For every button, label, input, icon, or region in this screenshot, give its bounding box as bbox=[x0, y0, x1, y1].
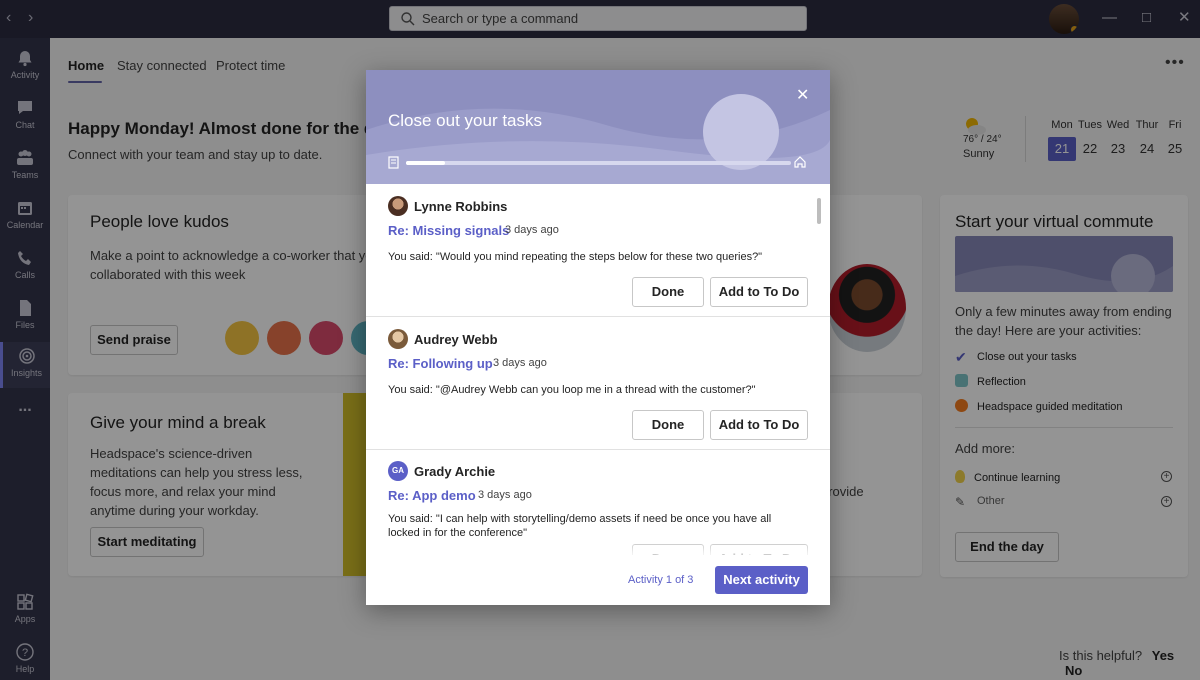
close-icon[interactable]: ✕ bbox=[796, 85, 809, 105]
task-person-name: Grady Archie bbox=[414, 464, 496, 479]
done-button[interactable]: Done bbox=[632, 277, 704, 307]
close-tasks-dialog: Close out your tasks ✕ Lynne Robbins Re:… bbox=[366, 70, 830, 605]
add-to-todo-button[interactable]: Add to To Do bbox=[710, 277, 808, 307]
done-button[interactable]: Done bbox=[632, 544, 704, 555]
task-item: Lynne Robbins Re: Missing signals 3 days… bbox=[366, 184, 830, 317]
task-time: 3 days ago bbox=[478, 489, 532, 501]
progress-fill bbox=[406, 161, 445, 165]
task-time: 3 days ago bbox=[493, 357, 547, 369]
task-subject-link[interactable]: Re: Missing signals bbox=[388, 223, 509, 238]
task-person-name: Lynne Robbins bbox=[414, 199, 508, 214]
avatar bbox=[388, 196, 408, 216]
add-to-todo-button[interactable]: Add to To Do bbox=[710, 410, 808, 440]
task-quote: You said: "@Audrey Webb can you loop me … bbox=[388, 384, 756, 396]
tasks-list-icon bbox=[388, 156, 399, 169]
progress-bar bbox=[406, 161, 791, 165]
task-person-name: Audrey Webb bbox=[414, 332, 498, 347]
home-icon bbox=[794, 156, 806, 168]
avatar bbox=[388, 329, 408, 349]
next-activity-button[interactable]: Next activity bbox=[715, 566, 808, 594]
task-item: Audrey Webb Re: Following up 3 days ago … bbox=[366, 317, 830, 450]
tasks-list[interactable]: Lynne Robbins Re: Missing signals 3 days… bbox=[366, 184, 830, 555]
task-item: GA Grady Archie Re: App demo 3 days ago … bbox=[366, 449, 830, 555]
avatar: GA bbox=[388, 461, 408, 481]
dialog-header: Close out your tasks ✕ bbox=[366, 70, 830, 184]
task-subject-link[interactable]: Re: App demo bbox=[388, 488, 476, 503]
task-time: 3 days ago bbox=[505, 224, 559, 236]
task-quote: You said: "Would you mind repeating the … bbox=[388, 251, 763, 263]
task-subject-link[interactable]: Re: Following up bbox=[388, 356, 493, 371]
activity-counter: Activity 1 of 3 bbox=[628, 574, 694, 586]
add-to-todo-button[interactable]: Add to To Do bbox=[710, 544, 808, 555]
dialog-title: Close out your tasks bbox=[388, 111, 543, 130]
dialog-footer: Activity 1 of 3 Next activity bbox=[366, 555, 830, 605]
task-quote: You said: "I can help with storytelling/… bbox=[388, 513, 772, 539]
done-button[interactable]: Done bbox=[632, 410, 704, 440]
